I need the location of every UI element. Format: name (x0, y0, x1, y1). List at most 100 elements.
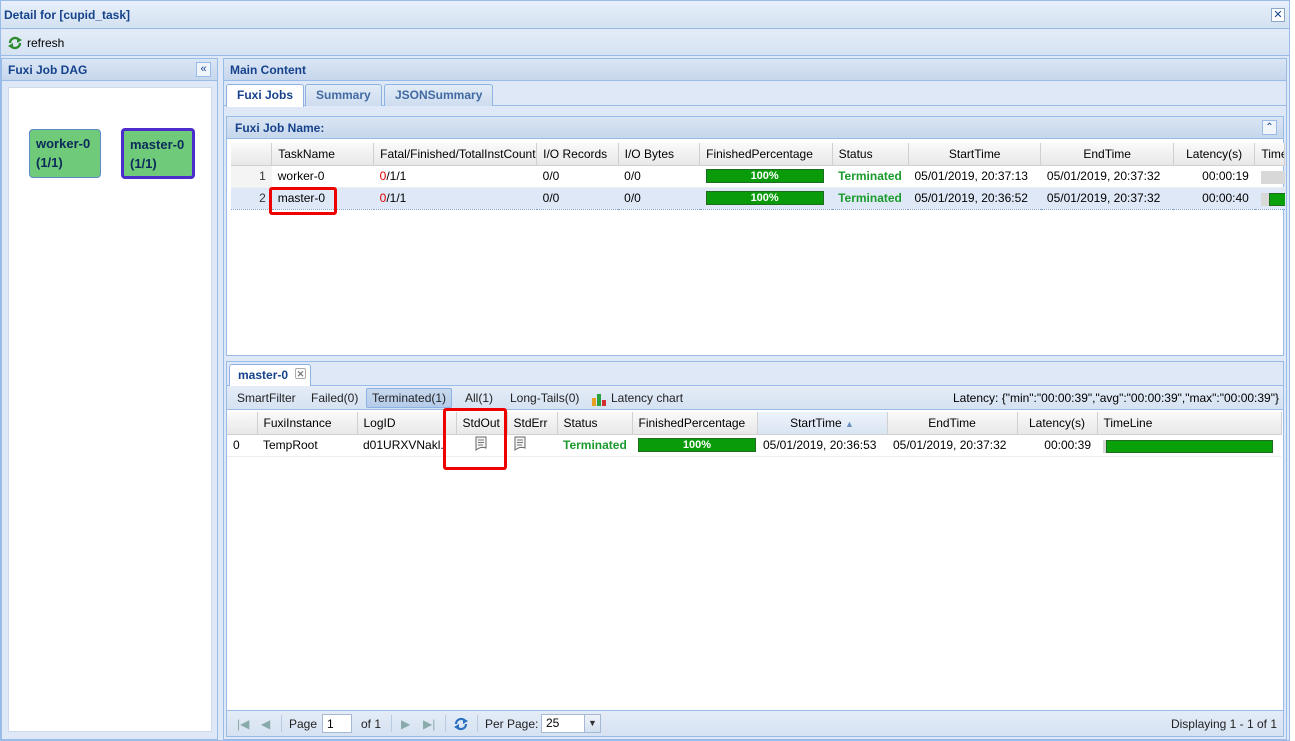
col-timeline[interactable]: TimeLine (1254, 143, 1285, 166)
status-badge: Terminated (832, 186, 909, 210)
main-tabs: Fuxi Jobs Summary JSONSummary (224, 82, 1286, 107)
sort-asc-icon: ▲ (844, 418, 854, 429)
timeline (1097, 434, 1281, 457)
col-status[interactable]: Status (832, 143, 909, 166)
tab-summary[interactable]: Summary (305, 84, 382, 106)
col-endtime[interactable]: EndTime (1040, 143, 1174, 166)
table-row[interactable]: 0 TempRoot d01URXVNakl.. Terminated 100%… (227, 434, 1281, 457)
task-name[interactable]: worker-0 (271, 165, 374, 188)
timeline (1254, 165, 1285, 188)
col-fatal[interactable]: Fatal/Finished/TotalInstCount (373, 143, 538, 166)
instances-table-header: FuxiInstance LogID StdOut StdErr Status … (227, 412, 1282, 435)
main-content-title: Main Content (230, 63, 306, 77)
main-content-header: Main Content (224, 59, 1286, 81)
col-latency[interactable]: Latency(s) (1017, 412, 1098, 435)
display-info: Displaying 1 - 1 of 1 (1170, 717, 1277, 731)
col-starttime[interactable]: StartTime ▲ (757, 412, 888, 435)
filter-failed[interactable]: Failed(0) (305, 388, 364, 408)
io-bytes: 0/0 (618, 186, 700, 210)
last-page-icon[interactable]: ▶| (423, 717, 435, 731)
timeline (1254, 186, 1285, 210)
dag-node-name: worker-0 (36, 136, 91, 151)
stderr-log-icon[interactable] (513, 436, 527, 451)
col-finished-pct[interactable]: FinishedPercentage (699, 143, 833, 166)
per-page-value: 25 (546, 716, 560, 730)
end-time: 05/01/2019, 20:37:32 (1040, 165, 1174, 188)
col-endtime[interactable]: EndTime (887, 412, 1018, 435)
table-row[interactable]: 1 worker-0 0/1/1 0/0 0/0 100% Terminated… (231, 165, 1285, 188)
col-stderr[interactable]: StdErr (507, 412, 558, 435)
collapse-grid-button[interactable]: ⌃ (1262, 120, 1277, 135)
col-index (227, 412, 258, 435)
tab-fuxi-jobs[interactable]: Fuxi Jobs (226, 84, 305, 107)
filter-long-tails[interactable]: Long-Tails(0) (504, 388, 585, 408)
col-stdout[interactable]: StdOut (456, 412, 508, 435)
timeline-bar (1268, 192, 1285, 206)
paging-toolbar: |◀ ◀ Page of 1 ▶ ▶| Per Page: (227, 710, 1283, 736)
close-button[interactable]: ✕ (1271, 8, 1285, 22)
instance-tabs: master-0 ✕ (227, 362, 1283, 386)
page-number-input[interactable] (322, 714, 352, 733)
io-records: 0/0 (536, 186, 619, 210)
latency: 00:00:40 (1173, 186, 1255, 210)
finished-total: /1/1 (386, 169, 407, 183)
next-page-icon[interactable]: ▶ (401, 717, 410, 731)
instances-table: FuxiInstance LogID StdOut StdErr Status … (227, 412, 1282, 457)
detail-window: Detail for [cupid_task] ✕ refresh Fuxi J… (0, 0, 1290, 741)
status-badge: Terminated (832, 165, 909, 188)
pager-separator (391, 715, 392, 732)
col-io-bytes[interactable]: I/O Bytes (618, 143, 701, 166)
col-starttime[interactable]: StartTime (908, 143, 1042, 166)
end-time: 05/01/2019, 20:37:32 (887, 434, 1017, 457)
collapse-left-button[interactable]: « (196, 62, 211, 77)
window-titlebar: Detail for [cupid_task] ✕ (1, 1, 1289, 29)
filter-smartfilter[interactable]: SmartFilter (231, 388, 302, 408)
first-page-icon[interactable]: |◀ (237, 717, 249, 731)
finished-total: /1/1 (386, 191, 407, 205)
dag-node-worker[interactable]: worker-0 (1/1) (29, 129, 101, 178)
latency: 00:00:19 (1173, 165, 1255, 188)
col-timeline[interactable]: TimeLine (1097, 412, 1282, 435)
row-number: 2 (231, 186, 272, 210)
col-status[interactable]: Status (557, 412, 633, 435)
per-page-select[interactable]: 25 ▼ (541, 714, 601, 733)
col-fuxiinstance[interactable]: FuxiInstance (257, 412, 358, 435)
dag-node-name: master-0 (130, 137, 185, 152)
refresh-icon[interactable] (453, 716, 469, 732)
progress-bar: 100% (638, 438, 756, 452)
jobs-grid-header: Fuxi Job Name: ⌃ (227, 117, 1283, 139)
pager-separator (445, 715, 446, 732)
stdout-cell (456, 434, 507, 457)
filter-all[interactable]: All(1) (459, 388, 499, 408)
stdout-log-icon[interactable] (474, 436, 488, 451)
instance-panel: master-0 ✕ SmartFilter Failed(0) Termina… (226, 361, 1284, 737)
tab-master-0[interactable]: master-0 ✕ (229, 364, 312, 386)
latency-chart-button[interactable]: Latency chart (585, 388, 689, 408)
dag-node-count: (1/1) (130, 156, 157, 171)
refresh-button[interactable]: refresh (7, 34, 64, 52)
col-taskname[interactable]: TaskName (271, 143, 375, 166)
page-count-label: of 1 (361, 717, 382, 731)
window-title: Detail for [cupid_task] (4, 8, 131, 22)
tab-close-icon[interactable]: ✕ (295, 368, 307, 379)
col-logid[interactable]: LogID (357, 412, 457, 435)
filter-toolbar: SmartFilter Failed(0) Terminated(1) All(… (227, 386, 1283, 410)
instance-tab-label: master-0 (238, 368, 289, 382)
col-latency[interactable]: Latency(s) (1173, 143, 1256, 166)
jobs-table-header: TaskName Fatal/Finished/TotalInstCount I… (231, 143, 1285, 166)
chevron-down-icon[interactable]: ▼ (584, 715, 600, 732)
col-finished-pct[interactable]: FinishedPercentage (632, 412, 758, 435)
start-time: 05/01/2019, 20:36:52 (908, 186, 1041, 210)
latency: 00:00:39 (1017, 434, 1097, 457)
main-content-panel: Main Content Fuxi Jobs Summary JSONSumma… (223, 58, 1287, 740)
filter-terminated[interactable]: Terminated(1) (366, 388, 453, 408)
tab-jsonsummary[interactable]: JSONSummary (384, 84, 494, 106)
prev-page-icon[interactable]: ◀ (261, 717, 270, 731)
dag-node-master[interactable]: master-0 (1/1) (121, 128, 195, 179)
finished-pct: 100% (699, 186, 833, 210)
finished-pct: 100% (699, 165, 833, 188)
table-row[interactable]: 2 master-0 0/1/1 0/0 0/0 100% Terminated… (231, 186, 1285, 210)
task-name[interactable]: master-0 (271, 186, 374, 210)
io-records: 0/0 (536, 165, 619, 188)
col-io-records[interactable]: I/O Records (536, 143, 619, 166)
